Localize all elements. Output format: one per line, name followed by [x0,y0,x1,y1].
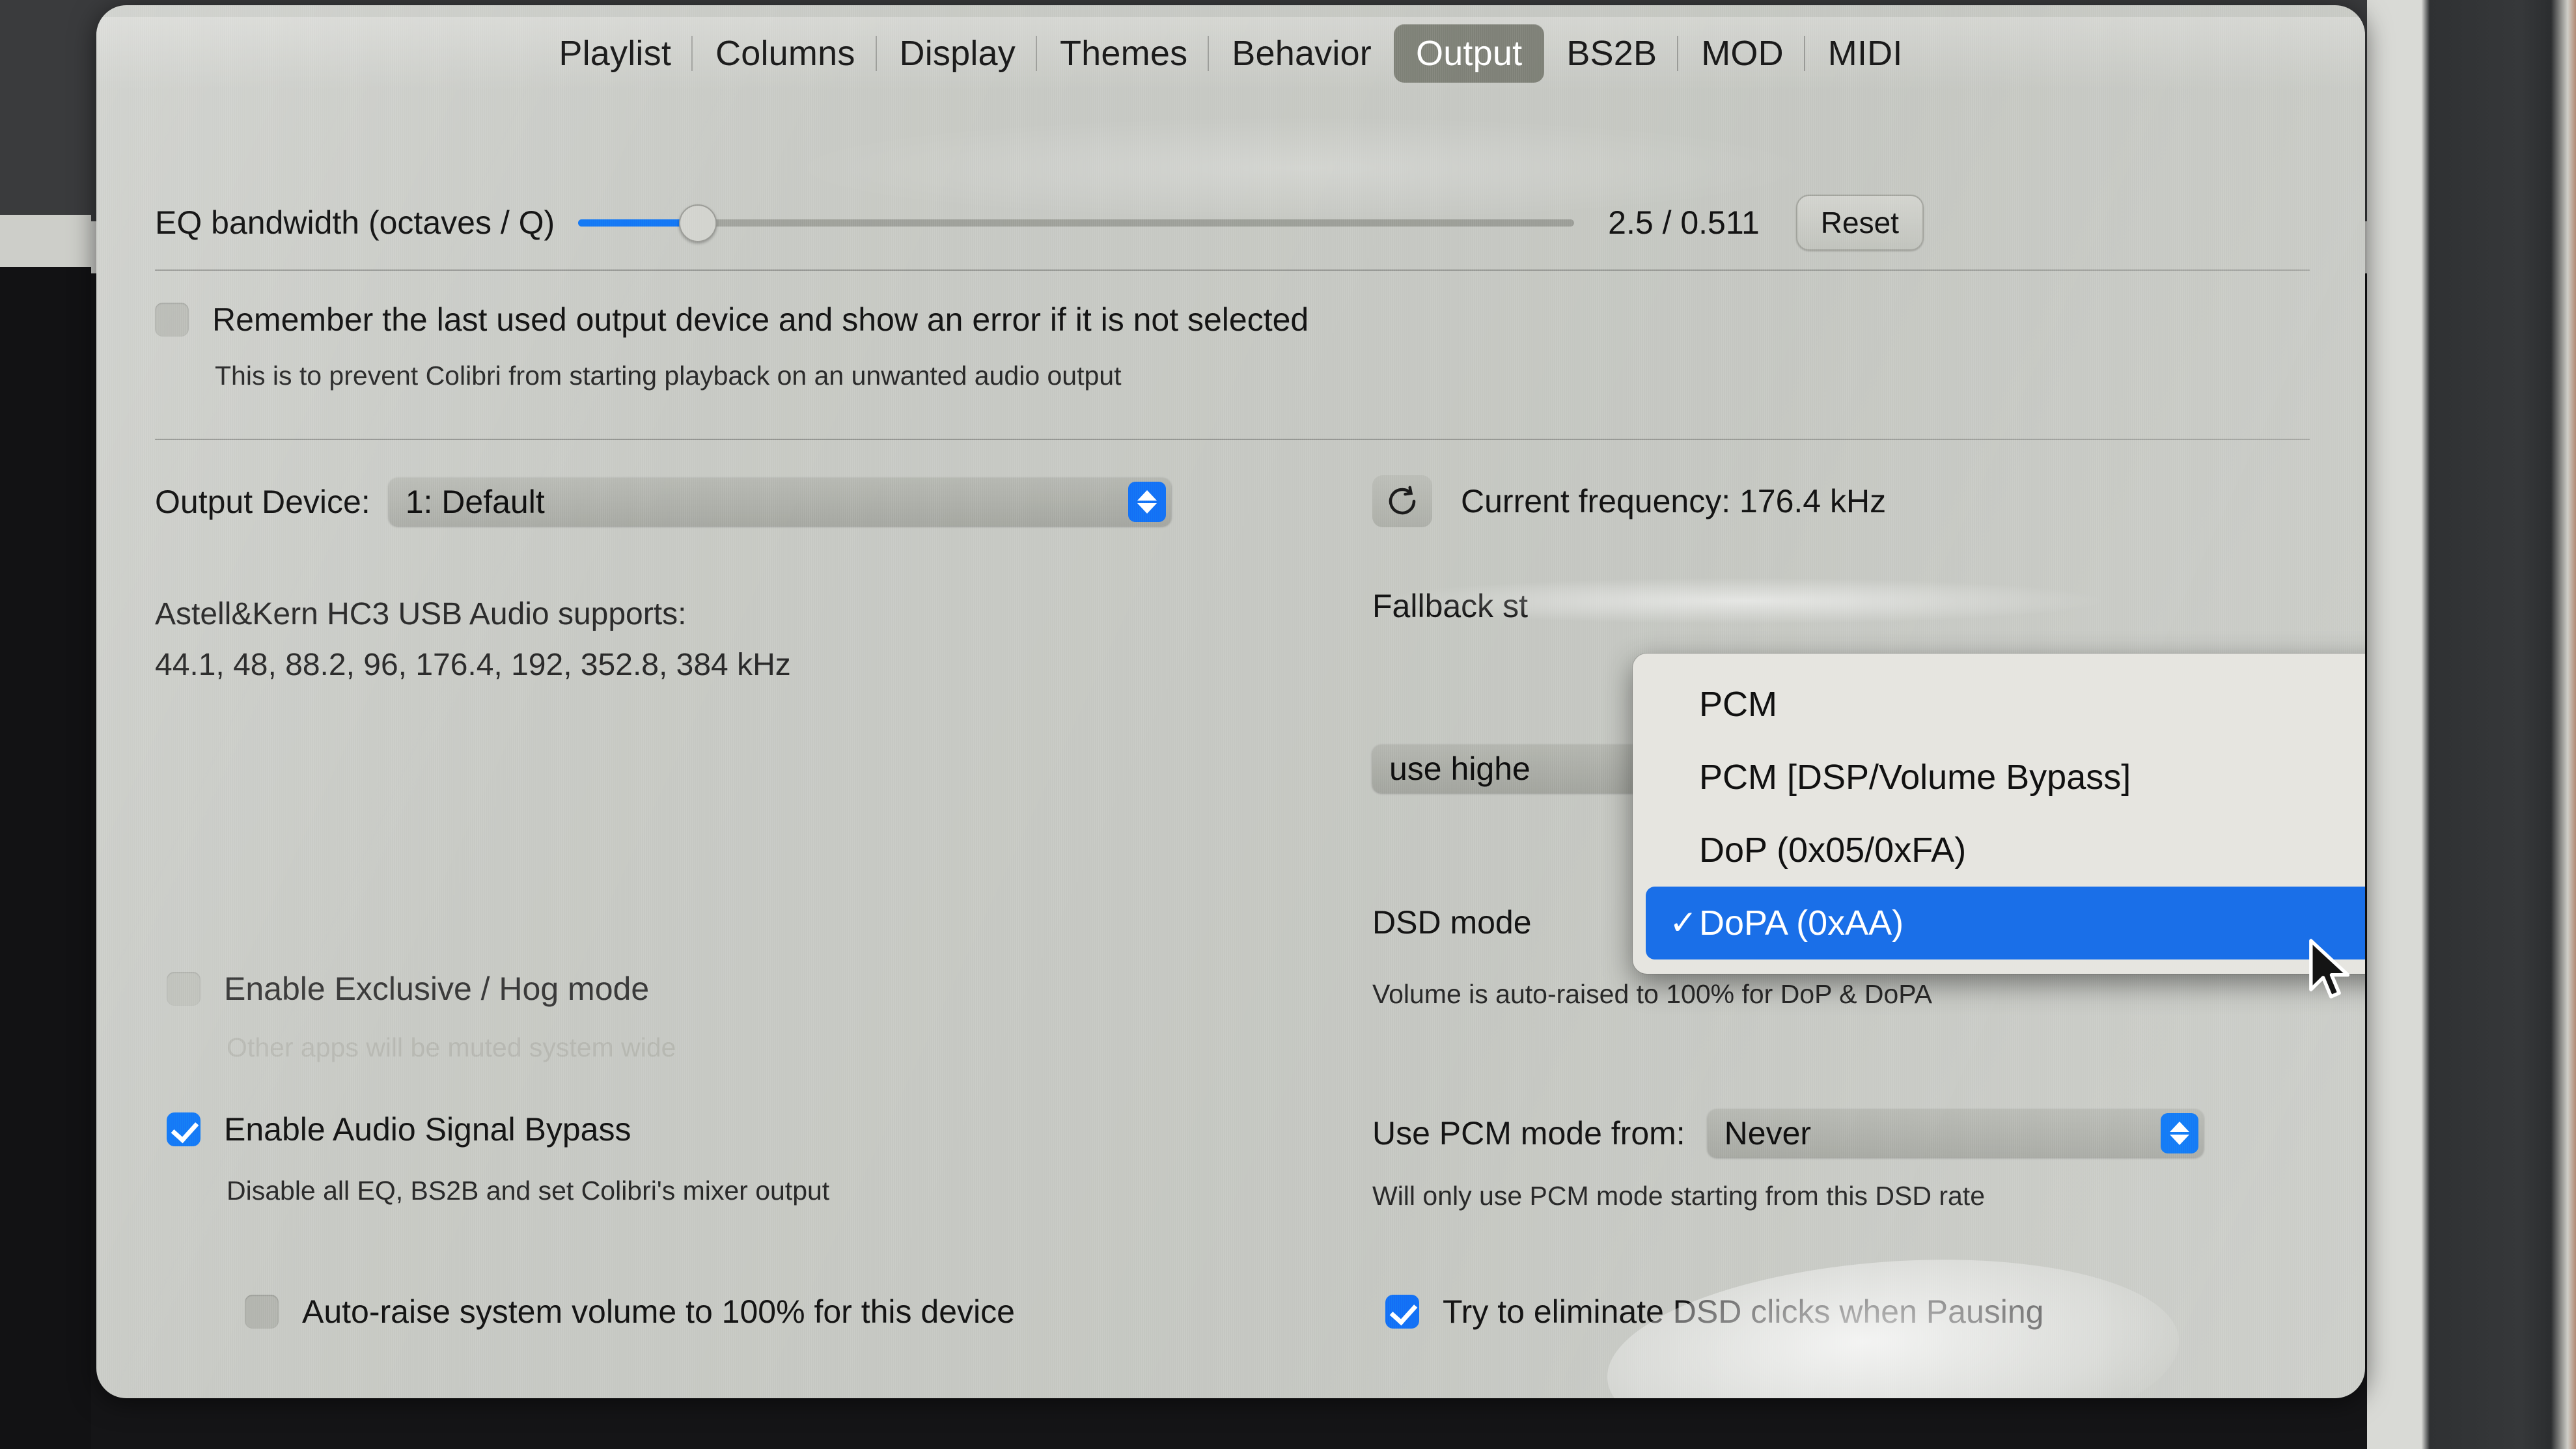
dsd-clicks-label: Try to eliminate DSD clicks when Pausing [1443,1293,2044,1330]
supported-formats-rates: 44.1, 48, 88.2, 96, 176.4, 192, 352.8, 3… [155,648,791,682]
output-device-label: Output Device: [155,484,370,520]
current-frequency-label: Current frequency: 176.4 kHz [1461,483,1887,519]
preferences-tab-bar: Playlist Columns Display Themes Behavior… [96,17,2365,90]
slider-thumb[interactable] [678,204,717,242]
auto-raise-volume-label: Auto-raise system volume to 100% for thi… [302,1293,1015,1330]
output-device-value: 1: Default [405,484,545,520]
pcm-mode-from-row: Use PCM mode from: Never [1372,1109,2204,1157]
tab-playlist[interactable]: Playlist [536,24,693,83]
menu-item-pcm[interactable]: PCM ⌘ 1 [1646,668,2365,741]
fallback-strategy-row: Fallback st [1372,587,1528,625]
eq-bandwidth-slider[interactable] [578,204,1575,242]
backdrop-right-wall [2367,0,2576,1449]
menu-item-label: DoPA (0xAA) [1699,904,1904,943]
dsd-clicks-checkbox[interactable] [1385,1295,1419,1329]
slider-fill [578,219,693,227]
mouse-cursor [2309,939,2350,999]
remember-device-checkbox[interactable] [155,303,189,337]
fallback-strategy-label: Fallback st [1372,588,1528,624]
auto-raise-volume-row[interactable]: Auto-raise system volume to 100% for thi… [245,1293,1015,1331]
tab-bs2b[interactable]: BS2B [1544,24,1679,83]
dsd-mode-sublabel: Volume is auto-raised to 100% for DoP & … [1372,979,1932,1009]
chevron-updown-icon-2 [2160,1113,2198,1153]
exclusive-hog-label: Enable Exclusive / Hog mode [224,971,650,1007]
dsd-clicks-row[interactable]: Try to eliminate DSD clicks when Pausing [1385,1293,2044,1331]
audio-signal-bypass-label: Enable Audio Signal Bypass [224,1111,631,1148]
exclusive-hog-sublabel: Other apps will be muted system wide [227,1032,676,1062]
audio-signal-bypass-checkbox[interactable] [167,1112,201,1146]
pcm-mode-from-value: Never [1724,1115,1812,1152]
dsd-mode-label: DSD mode [1372,904,1532,941]
pcm-mode-from-popup[interactable]: Never [1707,1109,2204,1157]
pcm-mode-from-label: Use PCM mode from: [1372,1115,1685,1152]
eq-bandwidth-label: EQ bandwidth (octaves / Q) [155,204,555,241]
tab-mod[interactable]: MOD [1677,24,1806,83]
tab-behavior[interactable]: Behavior [1208,24,1394,83]
remember-device-row[interactable]: Remember the last used output device and… [155,301,1309,338]
fallback-strategy-value: use highe [1389,751,1530,787]
dsd-mode-dropdown-menu[interactable]: PCM ⌘ 1 PCM [DSP/Volume Bypass] ⌘ 2 DoP … [1633,654,2365,974]
tab-midi[interactable]: MIDI [1803,24,1925,83]
remember-device-label: Remember the last used output device and… [212,301,1309,338]
divider-middle [155,439,2310,440]
tab-themes[interactable]: Themes [1035,24,1210,83]
auto-raise-volume-checkbox[interactable] [245,1295,279,1329]
checkmark-icon-dopa: ✓ [1669,904,1698,942]
menu-item-pcm-dsp-volume-bypass[interactable]: PCM [DSP/Volume Bypass] ⌘ 2 [1646,741,2365,814]
menu-item-label: PCM [DSP/Volume Bypass] [1699,758,2131,797]
chevron-updown-icon [1128,482,1166,522]
remember-device-sublabel: This is to prevent Colibri from starting… [215,361,1122,391]
tab-columns[interactable]: Columns [691,24,877,83]
eq-bandwidth-value: 2.5 / 0.511 [1608,204,1760,241]
divider-top [155,269,2310,271]
slider-track [578,219,1575,227]
supported-formats-title: Astell&Kern HC3 USB Audio supports: [155,597,687,631]
preferences-window: Playlist Columns Display Themes Behavior… [96,5,2365,1398]
tab-output[interactable]: Output [1394,24,1545,83]
exclusive-hog-checkbox[interactable] [167,972,201,1006]
eq-reset-button[interactable]: Reset [1795,195,1924,251]
current-frequency-row: Current frequency: 176.4 kHz [1372,475,1886,527]
menu-item-label: PCM [1699,685,1777,724]
output-device-popup[interactable]: 1: Default [388,478,1171,526]
menu-item-dopa[interactable]: ✓ DoPA (0xAA) ⌘ 4 [1646,887,2365,959]
pcm-mode-from-sublabel: Will only use PCM mode starting from thi… [1372,1181,1985,1211]
tab-display[interactable]: Display [875,24,1038,83]
backdrop-left-wall [0,0,91,1449]
exclusive-hog-row[interactable]: Enable Exclusive / Hog mode [167,970,649,1008]
menu-item-dop[interactable]: DoP (0x05/0xFA) ⌘ 3 [1646,814,2365,887]
output-device-row: Output Device: 1: Default [155,478,1171,526]
audio-signal-bypass-row[interactable]: Enable Audio Signal Bypass [167,1111,631,1148]
dsd-mode-row: DSD mode [1372,904,1532,941]
menu-item-label: DoP (0x05/0xFA) [1699,831,1967,870]
refresh-icon[interactable] [1372,475,1432,527]
audio-signal-bypass-sublabel: Disable all EQ, BS2B and set Colibri's m… [227,1176,830,1206]
eq-bandwidth-row: EQ bandwidth (octaves / Q) 2.5 / 0.511 R… [155,190,2310,255]
